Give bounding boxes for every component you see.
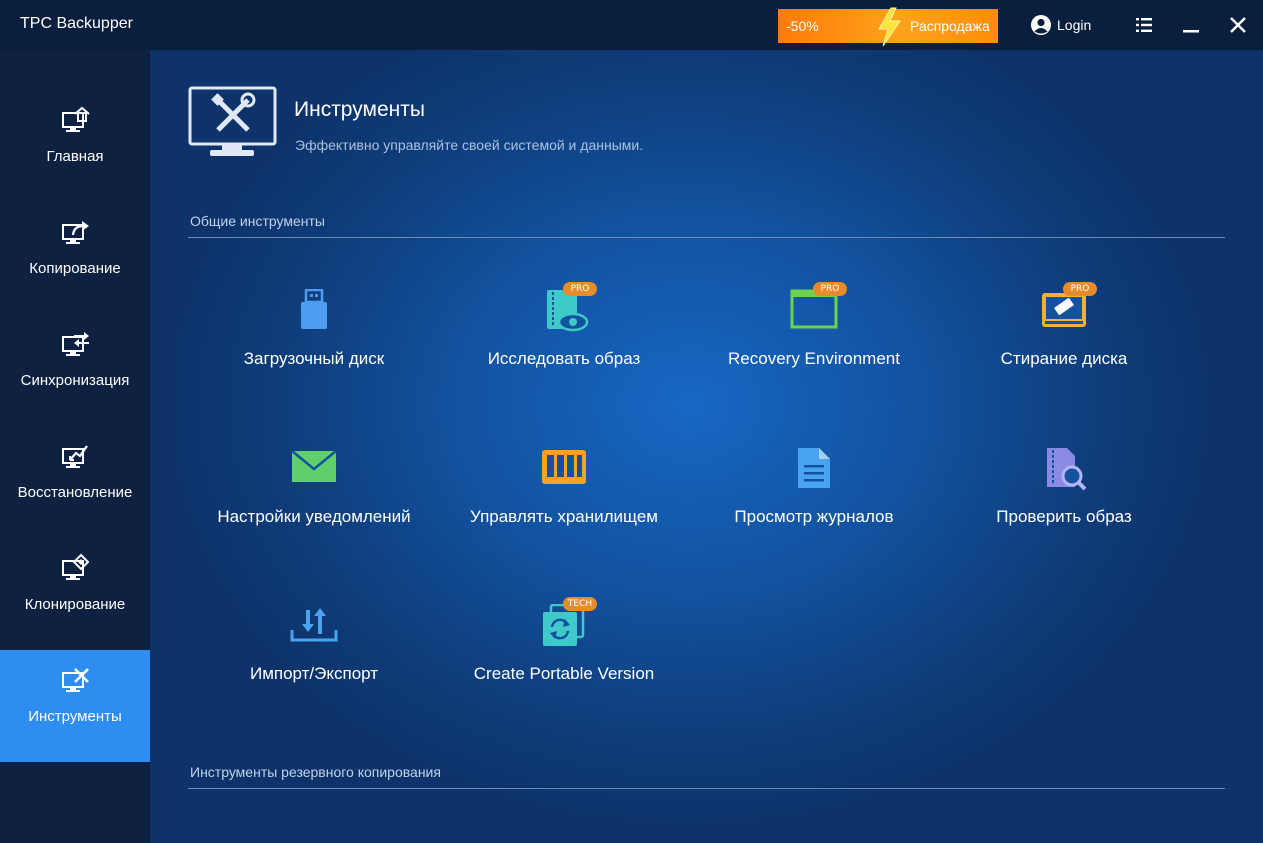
tool-label: Проверить образ bbox=[996, 507, 1132, 526]
sidebar: Главная Копирование Синхронизация Восста… bbox=[0, 50, 150, 843]
promo-discount: -50% bbox=[786, 18, 819, 34]
tool-create-portable-version[interactable]: TECH Create Portable Version bbox=[439, 597, 689, 724]
import-export-icon bbox=[289, 604, 339, 654]
page-title: Инструменты bbox=[294, 98, 425, 121]
clone-monitor-icon bbox=[61, 553, 91, 583]
menu-button[interactable] bbox=[1131, 12, 1157, 38]
sidebar-item-clone[interactable]: Клонирование bbox=[0, 538, 150, 650]
tool-check-image[interactable]: Проверить образ bbox=[939, 447, 1189, 567]
envelope-icon bbox=[289, 447, 339, 497]
close-button[interactable] bbox=[1225, 12, 1251, 38]
pro-badge: PRO bbox=[563, 282, 597, 296]
tool-import-export[interactable]: Импорт/Экспорт bbox=[189, 604, 439, 724]
menu-list-icon bbox=[1131, 18, 1157, 42]
tool-label: Просмотр журналов bbox=[734, 507, 894, 526]
tool-label: Импорт/Экспорт bbox=[249, 664, 379, 683]
pro-badge: PRO bbox=[813, 282, 847, 296]
explore-image-icon bbox=[539, 289, 589, 339]
section-divider bbox=[188, 237, 1225, 238]
sidebar-item-label: Клонирование bbox=[24, 596, 126, 613]
tool-manage-storage[interactable]: Управлять хранилищем bbox=[439, 447, 689, 567]
sidebar-item-label: Восстановление bbox=[17, 484, 133, 501]
close-icon bbox=[1225, 17, 1251, 42]
restore-monitor-icon bbox=[61, 441, 91, 471]
promo-sale-label: Распродажа bbox=[910, 18, 990, 34]
sidebar-item-label: Копирование bbox=[29, 260, 121, 277]
disk-eraser-icon bbox=[1039, 289, 1089, 339]
sidebar-item-label: Синхронизация bbox=[20, 372, 130, 389]
tool-explore-image[interactable]: PRO Исследовать образ bbox=[439, 282, 689, 409]
main-content: Инструменты Эффективно управляйте своей … bbox=[150, 50, 1263, 843]
login-label: Login bbox=[1057, 17, 1092, 33]
sidebar-item-label: Главная bbox=[46, 148, 104, 165]
storage-icon bbox=[539, 447, 589, 497]
tool-disk-wipe[interactable]: PRO Стирание диска bbox=[939, 282, 1189, 409]
tools-monitor-icon bbox=[61, 665, 91, 695]
tool-label: Create Portable Version bbox=[473, 664, 655, 683]
sidebar-item-backup[interactable]: Копирование bbox=[0, 202, 150, 314]
minimize-button[interactable] bbox=[1178, 12, 1204, 38]
tool-notification-settings[interactable]: Настройки уведомлений bbox=[189, 447, 439, 567]
sidebar-item-restore[interactable]: Восстановление bbox=[0, 426, 150, 538]
usb-drive-icon bbox=[289, 288, 339, 339]
tool-label: Настройки уведомлений bbox=[217, 507, 411, 526]
sync-monitor-icon bbox=[61, 329, 91, 359]
tools-header-icon bbox=[188, 86, 278, 167]
tool-label: Recovery Environment bbox=[728, 349, 900, 368]
backup-monitor-icon bbox=[61, 217, 91, 247]
log-document-icon bbox=[789, 447, 839, 497]
sidebar-item-home[interactable]: Главная bbox=[0, 90, 150, 202]
pro-badge: PRO bbox=[1063, 282, 1097, 296]
tool-recovery-environment[interactable]: PRO Recovery Environment bbox=[689, 282, 939, 409]
sale-promo-button[interactable]: -50% Распродажа bbox=[778, 7, 998, 47]
tech-badge: TECH bbox=[563, 597, 597, 611]
lightning-icon bbox=[874, 7, 904, 52]
tool-bootable-disk[interactable]: Загрузочный диск bbox=[189, 288, 439, 409]
page-subtitle: Эффективно управляйте своей системой и д… bbox=[295, 137, 644, 153]
portable-version-icon bbox=[539, 603, 589, 654]
recovery-window-icon bbox=[789, 289, 839, 339]
tool-label: Загрузочный диск bbox=[243, 349, 385, 368]
sidebar-item-label: Инструменты bbox=[28, 708, 122, 725]
section-divider bbox=[188, 788, 1225, 789]
home-monitor-icon bbox=[61, 105, 91, 135]
tool-label: Управлять хранилищем bbox=[470, 507, 658, 526]
section-title-common: Общие инструменты bbox=[190, 213, 325, 229]
tool-label: Исследовать образ bbox=[487, 349, 641, 368]
tool-view-logs[interactable]: Просмотр журналов bbox=[689, 447, 939, 567]
minimize-icon bbox=[1178, 25, 1204, 42]
tool-label: Стирание диска bbox=[1000, 349, 1128, 368]
app-title: TPC Backupper bbox=[20, 15, 133, 32]
sidebar-item-tools[interactable]: Инструменты bbox=[0, 650, 150, 762]
check-image-icon bbox=[1039, 447, 1089, 497]
user-icon bbox=[1030, 14, 1052, 41]
section-title-backup-tools: Инструменты резервного копирования bbox=[190, 764, 441, 780]
title-bar: TPC Backupper -50% Распродажа Login bbox=[0, 0, 1263, 50]
sidebar-item-sync[interactable]: Синхронизация bbox=[0, 314, 150, 426]
